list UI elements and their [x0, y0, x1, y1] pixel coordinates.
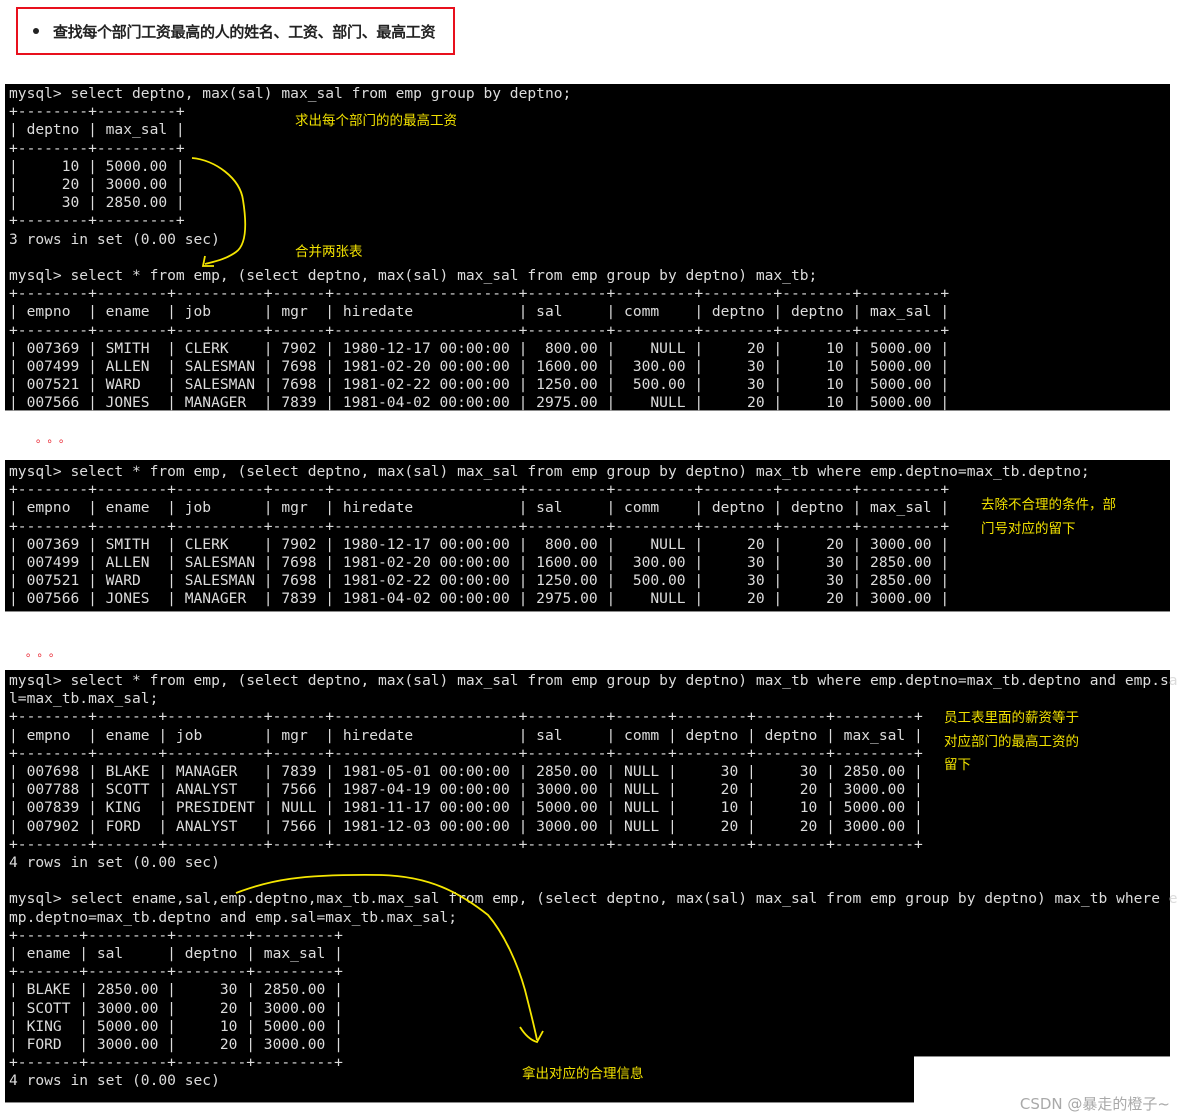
annotation-extract-info: 拿出对应的合理信息 — [522, 1066, 644, 1082]
annotation-filter-dept: 去除不合理的条件，部 — [981, 497, 1116, 513]
terminal-output-1: mysql> select deptno, max(sal) max_sal f… — [9, 85, 950, 412]
terminal-output-2: mysql> select * from emp, (select deptno… — [9, 463, 1090, 608]
annotation-max-salary-per-dept: 求出每个部门的的最高工资 — [295, 113, 457, 129]
ellipsis-2: 。。。 — [26, 646, 66, 659]
watermark: CSDN @暴走的橙子~ — [1019, 1095, 1170, 1113]
terminal-screenshot-2: mysql> select * from emp, (select deptno… — [5, 460, 1170, 612]
annotation-salary-equals-max-3: 留下 — [944, 757, 971, 773]
question-heading: 查找每个部门工资最高的人的姓名、工资、部门、最高工资 — [16, 7, 455, 55]
ellipsis-1: 。。。 — [36, 432, 76, 445]
annotation-join-tables: 合并两张表 — [295, 244, 363, 260]
bullet-icon — [33, 28, 39, 34]
annotation-filter-dept-2: 门号对应的留下 — [981, 521, 1076, 537]
terminal-screenshot-1: mysql> select deptno, max(sal) max_sal f… — [5, 84, 1170, 411]
annotation-salary-equals-max-2: 对应部门的最高工资的 — [944, 734, 1079, 750]
annotation-salary-equals-max: 员工表里面的薪资等于 — [944, 710, 1079, 726]
heading-text: 查找每个部门工资最高的人的姓名、工资、部门、最高工资 — [53, 23, 436, 41]
